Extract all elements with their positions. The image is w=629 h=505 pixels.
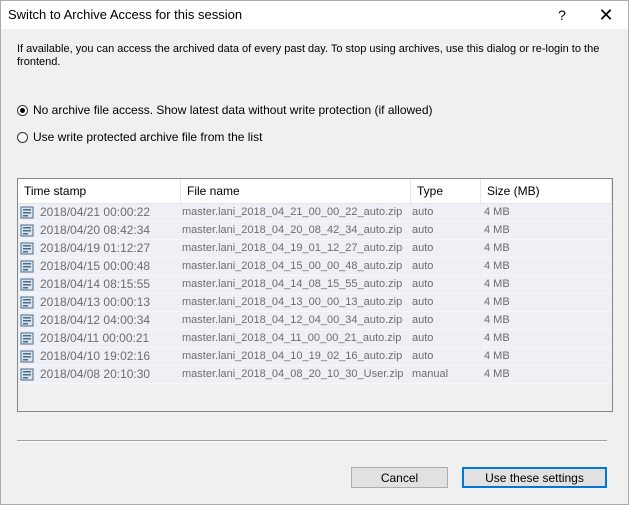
archive-file-list[interactable]: Time stamp File name Type Size (MB) 2018… bbox=[17, 178, 613, 412]
table-row[interactable]: 2018/04/13 00:00:13 master.lani_2018_04_1… bbox=[18, 294, 612, 312]
cell-type: auto bbox=[412, 224, 434, 236]
table-row[interactable]: 2018/04/11 00:00:21 master.lani_2018_04_1… bbox=[18, 330, 612, 348]
cell-type: auto bbox=[412, 260, 434, 272]
cell-size: 4 MB bbox=[484, 296, 510, 308]
cell-timestamp: 2018/04/21 00:00:22 bbox=[40, 205, 151, 219]
cell-filename: master.lani_2018_04_20_08_42_34_auto.zip bbox=[182, 224, 403, 236]
cell-size: 4 MB bbox=[484, 242, 510, 254]
table-row[interactable]: 2018/04/14 08:15:55 master.lani_2018_04_1… bbox=[18, 276, 612, 294]
list-header: Time stamp File name Type Size (MB) bbox=[18, 179, 612, 204]
cell-size: 4 MB bbox=[484, 350, 510, 362]
table-row[interactable]: 2018/04/19 01:12:27 master.lani_2018_04_1… bbox=[18, 240, 612, 258]
archive-file-icon bbox=[20, 242, 34, 255]
cancel-button[interactable]: Cancel bbox=[351, 467, 448, 488]
archive-file-icon bbox=[20, 260, 34, 273]
radio-archive-file[interactable] bbox=[17, 131, 28, 143]
table-row[interactable]: 2018/04/08 20:10:30 master.lani_2018_04_0… bbox=[18, 366, 612, 384]
cell-filename: master.lani_2018_04_19_01_12_27_auto.zip bbox=[182, 242, 403, 254]
archive-file-icon bbox=[20, 368, 34, 381]
cell-filename: master.lani_2018_04_11_00_00_21_auto.zip bbox=[182, 332, 402, 344]
cell-filename: master.lani_2018_04_10_19_02_16_auto.zip bbox=[182, 350, 403, 362]
archive-file-icon bbox=[20, 206, 34, 219]
cell-type: auto bbox=[412, 278, 434, 290]
archive-access-dialog: Switch to Archive Access for this sessio… bbox=[0, 0, 629, 505]
title-bar: Switch to Archive Access for this sessio… bbox=[1, 1, 628, 29]
column-header-filename[interactable]: File name bbox=[181, 179, 411, 203]
cell-timestamp: 2018/04/14 08:15:55 bbox=[40, 277, 151, 291]
cell-timestamp: 2018/04/15 00:00:48 bbox=[40, 259, 151, 273]
cell-filename: master.lani_2018_04_15_00_00_48_auto.zip bbox=[182, 260, 403, 272]
list-rows: 2018/04/21 00:00:22 master.lani_2018_04_2… bbox=[18, 204, 612, 384]
cell-timestamp: 2018/04/11 00:00:21 bbox=[40, 331, 150, 345]
cell-timestamp: 2018/04/08 20:10:30 bbox=[40, 367, 151, 381]
window-title: Switch to Archive Access for this sessio… bbox=[8, 7, 243, 22]
option-no-archive[interactable]: No archive file access. Show latest data… bbox=[17, 103, 433, 117]
cell-type: auto bbox=[412, 242, 434, 254]
cell-type: manual bbox=[412, 368, 449, 380]
cell-type: auto bbox=[412, 332, 434, 344]
cell-size: 4 MB bbox=[484, 278, 510, 290]
archive-file-icon bbox=[20, 296, 34, 309]
cell-timestamp: 2018/04/13 00:00:13 bbox=[40, 295, 151, 309]
archive-file-icon bbox=[20, 350, 34, 363]
cell-timestamp: 2018/04/20 08:42:34 bbox=[40, 223, 151, 237]
radio-no-archive[interactable] bbox=[17, 104, 28, 116]
cell-size: 4 MB bbox=[484, 260, 510, 272]
close-button[interactable]: ✕ bbox=[589, 1, 623, 29]
column-header-size[interactable]: Size (MB) bbox=[481, 179, 612, 203]
help-button[interactable]: ? bbox=[545, 1, 579, 29]
cell-timestamp: 2018/04/12 04:00:34 bbox=[40, 313, 151, 327]
cell-type: auto bbox=[412, 350, 434, 362]
option-archive-file[interactable]: Use write protected archive file from th… bbox=[17, 130, 262, 144]
cell-type: auto bbox=[412, 206, 434, 218]
cell-filename: master.lani_2018_04_13_00_00_13_auto.zip bbox=[182, 296, 403, 308]
cell-type: auto bbox=[412, 296, 434, 308]
dialog-description: If available, you can access the archive… bbox=[17, 43, 600, 68]
cell-filename: master.lani_2018_04_14_08_15_55_auto.zip bbox=[182, 278, 403, 290]
cell-filename: master.lani_2018_04_08_20_10_30_User.zip bbox=[182, 368, 404, 380]
cell-size: 4 MB bbox=[484, 206, 510, 218]
archive-file-icon bbox=[20, 314, 34, 327]
table-row[interactable]: 2018/04/20 08:42:34 master.lani_2018_04_2… bbox=[18, 222, 612, 240]
cell-size: 4 MB bbox=[484, 332, 510, 344]
column-header-type[interactable]: Type bbox=[411, 179, 481, 203]
cell-size: 4 MB bbox=[484, 224, 510, 236]
archive-file-icon bbox=[20, 224, 34, 237]
option-archive-file-label: Use write protected archive file from th… bbox=[33, 130, 263, 144]
archive-file-icon bbox=[20, 278, 34, 291]
archive-file-icon bbox=[20, 332, 34, 345]
table-row[interactable]: 2018/04/12 04:00:34 master.lani_2018_04_1… bbox=[18, 312, 612, 330]
table-row[interactable]: 2018/04/21 00:00:22 master.lani_2018_04_2… bbox=[18, 204, 612, 222]
table-row[interactable]: 2018/04/15 00:00:48 master.lani_2018_04_1… bbox=[18, 258, 612, 276]
cell-timestamp: 2018/04/10 19:02:16 bbox=[40, 349, 151, 363]
cell-size: 4 MB bbox=[484, 368, 510, 380]
use-settings-button[interactable]: Use these settings bbox=[462, 467, 607, 488]
table-row[interactable]: 2018/04/10 19:02:16 master.lani_2018_04_1… bbox=[18, 348, 612, 366]
cell-timestamp: 2018/04/19 01:12:27 bbox=[40, 241, 151, 255]
cell-type: auto bbox=[412, 314, 434, 326]
separator bbox=[17, 440, 607, 442]
cell-size: 4 MB bbox=[484, 314, 510, 326]
column-header-timestamp[interactable]: Time stamp bbox=[18, 179, 181, 203]
cell-filename: master.lani_2018_04_21_00_00_22_auto.zip bbox=[182, 206, 403, 218]
cell-filename: master.lani_2018_04_12_04_00_34_auto.zip bbox=[182, 314, 403, 326]
option-no-archive-label: No archive file access. Show latest data… bbox=[33, 103, 433, 117]
